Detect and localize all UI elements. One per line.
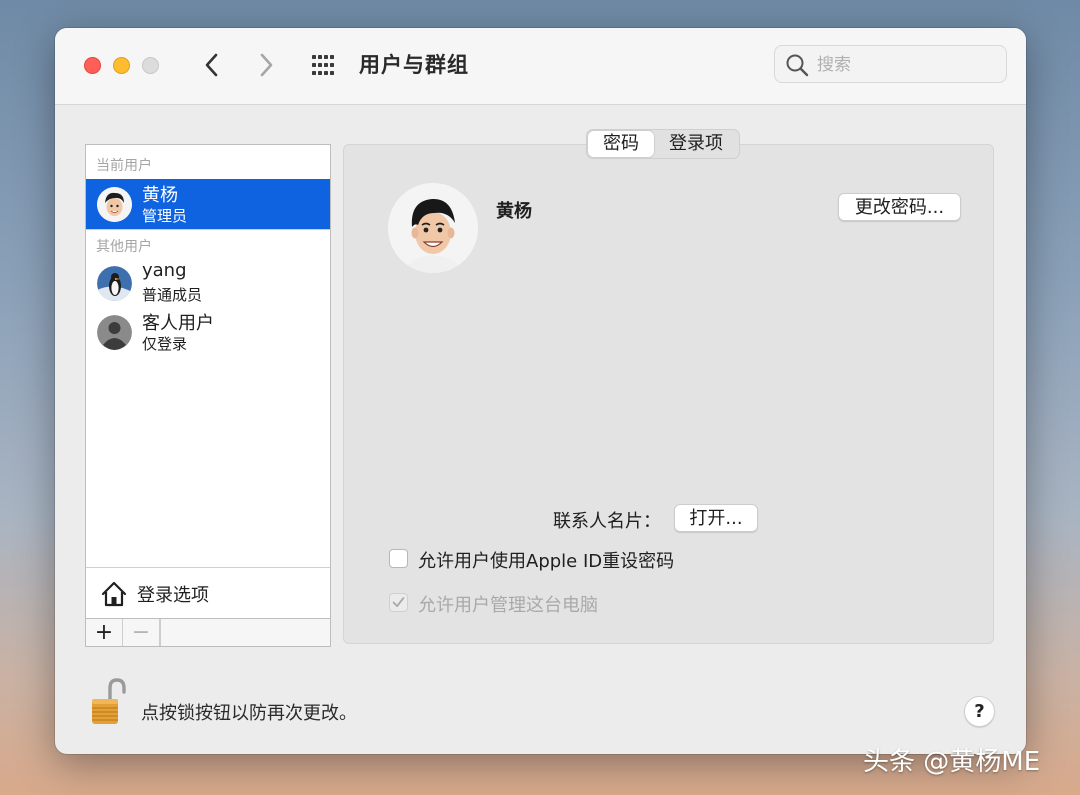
avatar [97,266,132,301]
search-icon [786,54,809,77]
add-remove-bar: + − [85,618,331,647]
titlebar: 用户与群组 [55,28,1026,105]
lock-hint-text: 点按锁按钮以防再次更改。 [141,703,357,724]
option-label: 允许用户管理这台电脑 [418,595,598,616]
house-icon [101,581,127,607]
search-input[interactable] [815,50,999,80]
search-box[interactable] [774,45,1007,83]
option-label: 允许用户使用Apple ID重设密码 [418,551,675,572]
current-users-label: 当前用户 [96,158,152,174]
other-users-label: 其他用户 [96,239,152,255]
user-list: 当前用户 黄杨 管理员 其他用户 yang 普通成员 客人用户 仅登录 登录选项 [85,144,331,647]
memoji-icon [97,187,132,222]
window-title: 用户与群组 [359,53,469,77]
close-button[interactable] [84,57,101,74]
minimize-button[interactable] [113,57,130,74]
avatar [97,315,132,350]
login-options-label: 登录选项 [137,585,209,606]
forward-button[interactable] [253,50,279,80]
zoom-button[interactable] [142,57,159,74]
add-user-button[interactable]: + [86,619,123,646]
show-all-button[interactable] [310,53,338,77]
profile-avatar[interactable] [388,183,478,273]
avatar [97,187,132,222]
help-button[interactable]: ? [964,696,995,727]
penguin-icon [97,266,132,301]
profile-name: 黄杨 [496,201,532,222]
user-name: 黄杨 [142,185,178,206]
user-role: 仅登录 [142,335,188,353]
tab-login-items[interactable]: 登录项 [654,131,738,157]
change-password-button[interactable]: 更改密码... [838,193,961,221]
user-name: yang [142,260,187,281]
user-row-yang[interactable]: yang 普通成员 [86,258,330,308]
user-name: 客人用户 [142,313,214,334]
memoji-icon [388,183,478,273]
watermark-text: 头条 @黄杨ME [863,747,1041,777]
remove-user-button[interactable]: − [123,619,160,646]
person-icon [97,315,132,350]
login-options-item[interactable]: 登录选项 [86,568,330,618]
lock-button[interactable] [90,678,126,726]
user-row-guest[interactable]: 客人用户 仅登录 [86,307,330,357]
grid-icon [312,55,334,75]
unlocked-padlock-icon [92,678,126,724]
back-button[interactable] [199,50,225,80]
tab-bar: 密码 登录项 [586,129,740,159]
user-role: 管理员 [142,207,188,225]
user-row-current[interactable]: 黄杨 管理员 [86,179,330,229]
chevron-left-icon [205,53,218,77]
divider [160,619,161,646]
chevron-right-icon [260,53,273,77]
preferences-window: 用户与群组 当前用户 黄杨 管理员 [55,28,1026,754]
checkmark-icon [392,597,405,607]
checkbox [389,593,408,612]
divider [86,229,330,230]
contact-card-label: 联系人名片： [553,511,661,532]
tab-password[interactable]: 密码 [588,131,654,157]
checkbox[interactable] [389,549,408,568]
open-contact-button[interactable]: 打开... [674,504,758,532]
user-role: 普通成员 [142,286,203,304]
